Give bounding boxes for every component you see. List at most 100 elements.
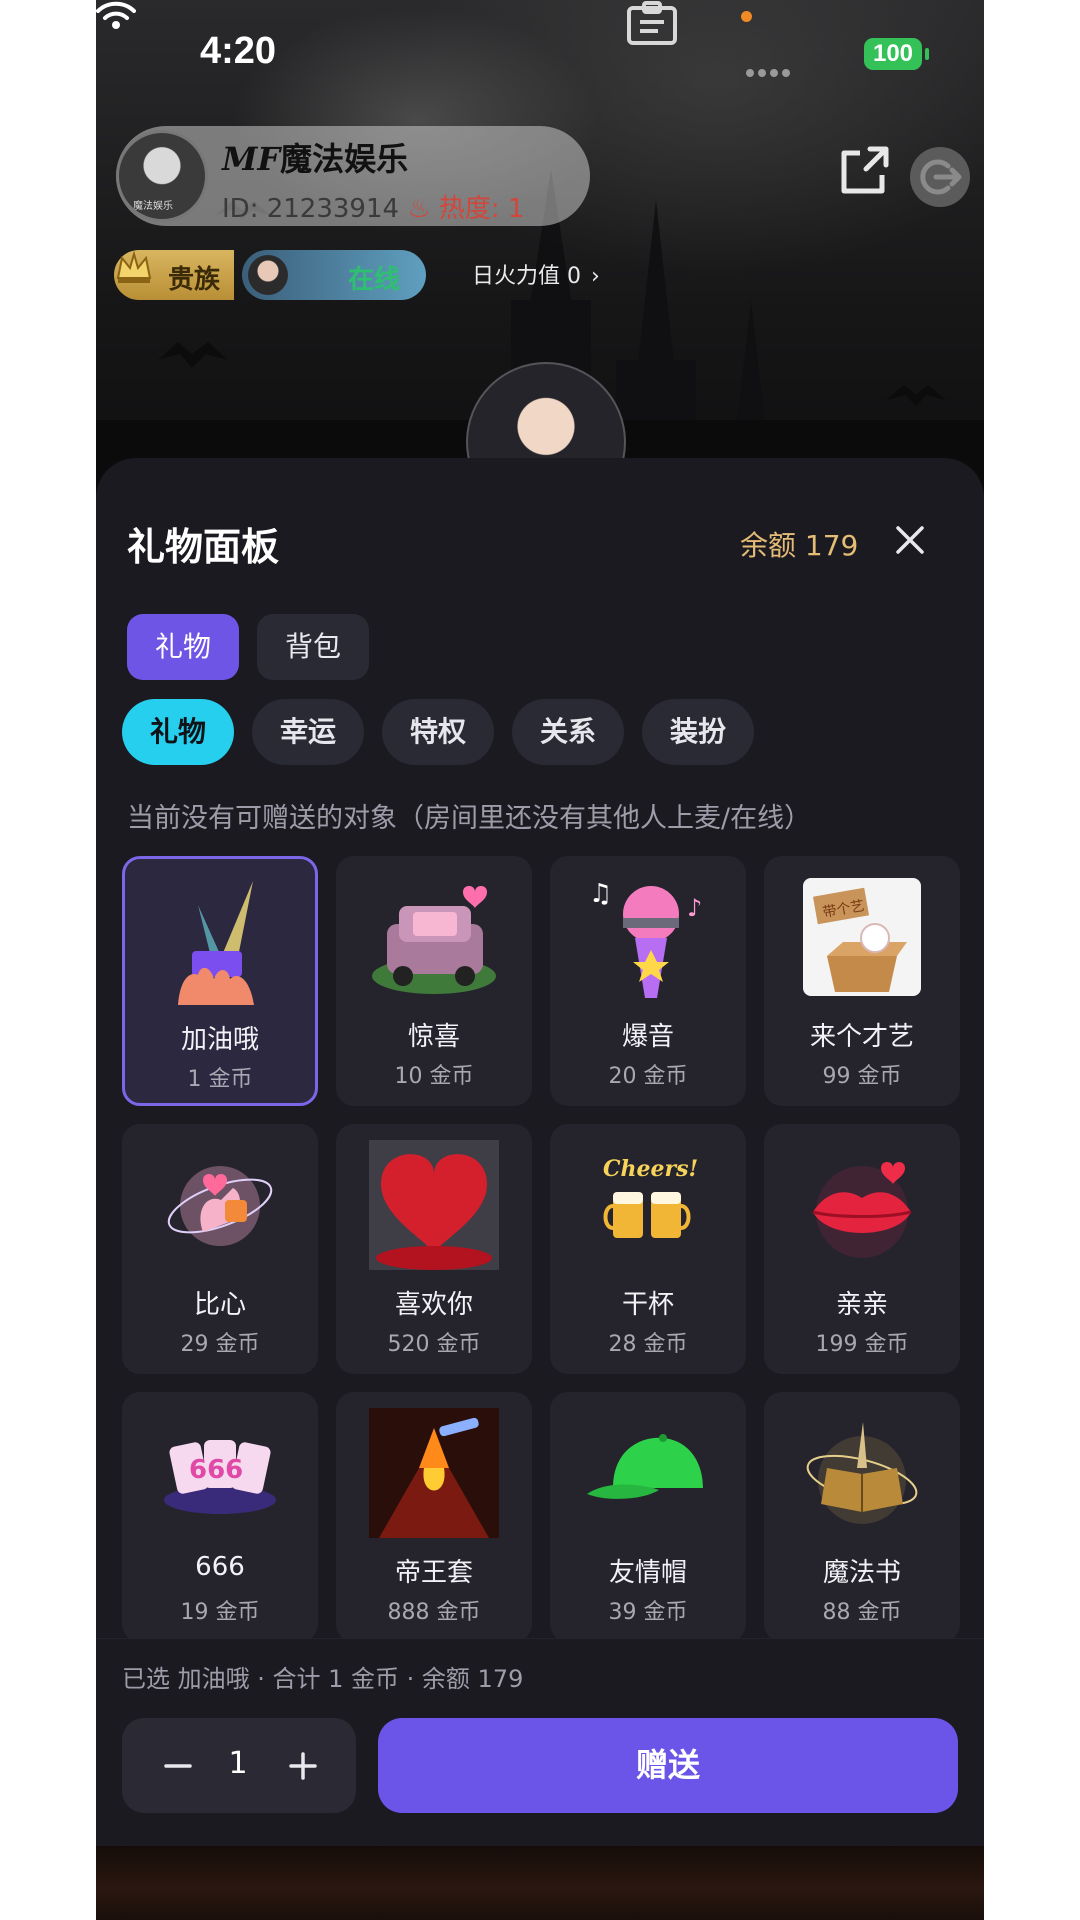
fire-value-text: 日火力值 0 <box>472 264 581 289</box>
quantity-value[interactable]: 1 <box>218 1746 258 1781</box>
gift-name: 比心 <box>193 1290 246 1320</box>
room-name-text: 魔法娱乐 <box>280 140 409 178</box>
phone-screen: 4:20 100 魔法娱乐 MF魔法娱乐 ID: 21233914 ♨ 热度: … <box>96 0 984 1920</box>
room-background: 4:20 100 魔法娱乐 MF魔法娱乐 ID: 21233914 ♨ 热度: … <box>96 0 984 522</box>
gift-name: 惊喜 <box>407 1022 460 1052</box>
gift-price: 99 金币 <box>822 1064 902 1089</box>
heart-icon <box>369 1140 499 1270</box>
gift-price: 39 金币 <box>608 1600 688 1625</box>
send-gift-button[interactable]: 赠送 <box>378 1718 958 1813</box>
magic-book-icon <box>806 1422 918 1524</box>
avatar-tag: 魔法娱乐 <box>133 201 173 212</box>
noble-button[interactable]: 贵族 <box>114 250 234 300</box>
panel-title: 礼物面板 <box>127 525 280 569</box>
category-tab-lucky[interactable]: 幸运 <box>252 699 364 765</box>
gift-name: 喜欢你 <box>394 1290 473 1320</box>
svg-text:♪: ♪ <box>687 894 702 922</box>
gift-name: 友情帽 <box>608 1558 687 1588</box>
daily-fire-value[interactable]: 日火力值 0 › <box>472 258 600 290</box>
room-id: ID: 21233914 <box>222 194 400 224</box>
battery-tip <box>925 48 929 60</box>
gift-card-666[interactable]: 666 666 19 金币 <box>122 1392 318 1638</box>
card-text: 666 <box>189 1455 243 1485</box>
clipboard-icon[interactable] <box>626 0 678 46</box>
selection-summary: 已选 加油哦 · 合计 1 金币 · 余额 179 <box>122 1665 524 1693</box>
balance-label: 余额 179 <box>740 529 859 562</box>
share-icon[interactable] <box>838 143 892 197</box>
exit-room-button[interactable] <box>910 147 970 207</box>
chevron-right-icon: › <box>591 264 600 289</box>
room-avatar[interactable]: 魔法娱乐 <box>116 130 208 222</box>
gift-card-surprise[interactable]: 惊喜 10 金币 <box>336 856 532 1106</box>
cheer-gift-icon <box>178 881 254 1005</box>
volcano-icon <box>369 1408 499 1538</box>
gift-card-blast[interactable]: ♫ ♪ 爆音 20 金币 <box>550 856 746 1106</box>
room-heat-text: 热度: 1 <box>438 194 525 224</box>
category-tab-relationship[interactable]: 关系 <box>512 699 624 765</box>
gift-card-finger-heart[interactable]: 比心 29 金币 <box>122 1124 318 1374</box>
talent-box-icon: 带个艺 <box>803 878 921 996</box>
exit-icon <box>920 159 962 195</box>
close-icon[interactable] <box>892 522 928 558</box>
gift-grid: 加油哦 1 金币 惊喜 10 金币 ♫ ♪ 爆音 20 金币 带个艺 来个才艺 … <box>122 856 962 1638</box>
cheers-text: Cheers! <box>603 1156 698 1182</box>
gift-price: 520 金币 <box>387 1332 481 1357</box>
gift-card-like-you[interactable]: 喜欢你 520 金币 <box>336 1124 532 1374</box>
gift-footer: 已选 加油哦 · 合计 1 金币 · 余额 179 1 赠送 <box>96 1638 984 1846</box>
minus-icon[interactable] <box>160 1748 196 1784</box>
gift-price: 20 金币 <box>608 1064 688 1089</box>
room-heat: ♨ 热度: 1 <box>407 194 524 224</box>
room-id-line: ID: 21233914 ♨ 热度: 1 <box>222 188 524 225</box>
online-user-avatar <box>248 255 288 295</box>
gift-panel: 礼物面板 余额 179 礼物 背包 礼物 幸运 特权 关系 装扮 当前没有可赠送… <box>96 458 984 1846</box>
gift-price: 28 金币 <box>608 1332 688 1357</box>
wifi-icon <box>96 1 136 29</box>
green-cap-icon <box>587 1434 703 1499</box>
category-tab-outfit[interactable]: 装扮 <box>642 699 754 765</box>
gift-name: 魔法书 <box>822 1558 901 1588</box>
cellular-signal-icon <box>746 62 794 81</box>
gift-name: 来个才艺 <box>809 1022 914 1052</box>
gift-price: 10 金币 <box>394 1064 474 1089</box>
gift-price: 19 金币 <box>180 1600 260 1625</box>
microphone-icon: ♫ ♪ <box>589 879 702 998</box>
tab-backpack[interactable]: 背包 <box>257 614 369 680</box>
battery-indicator: 100 <box>864 38 922 70</box>
finger-heart-icon <box>167 1166 273 1246</box>
category-tab-privilege[interactable]: 特权 <box>382 699 494 765</box>
666-cards-icon: 666 <box>164 1440 276 1514</box>
gift-name: 干杯 <box>621 1290 674 1320</box>
gift-card-cheers[interactable]: Cheers! 干杯 28 金币 <box>550 1124 746 1374</box>
gift-card-friendship-cap[interactable]: 友情帽 39 金币 <box>550 1392 746 1638</box>
svg-text:♫: ♫ <box>589 879 612 909</box>
gift-card-cheer[interactable]: 加油哦 1 金币 <box>122 856 318 1106</box>
gift-name: 爆音 <box>621 1022 674 1052</box>
kiss-lips-icon <box>812 1162 912 1258</box>
gift-card-talent[interactable]: 带个艺 来个才艺 99 金币 <box>764 856 960 1106</box>
recording-indicator <box>741 11 752 22</box>
gift-card-emperor[interactable]: 帝王套 888 金币 <box>336 1392 532 1638</box>
surprise-car-icon <box>372 886 496 994</box>
gift-price: 88 金币 <box>822 1600 902 1625</box>
gift-card-magic-book[interactable]: 魔法书 88 金币 <box>764 1392 960 1638</box>
plus-icon[interactable] <box>285 1748 321 1784</box>
category-tab-gifts[interactable]: 礼物 <box>122 699 234 765</box>
no-recipient-notice: 当前没有可赠送的对象（房间里还没有其他人上麦/在线） <box>127 803 812 834</box>
gift-name: 帝王套 <box>394 1558 473 1588</box>
gift-name: 加油哦 <box>180 1025 259 1055</box>
room-background-bottom <box>96 1840 984 1920</box>
gift-price: 199 金币 <box>815 1332 909 1357</box>
gift-price: 29 金币 <box>180 1332 260 1357</box>
room-name-prefix: MF <box>222 140 281 178</box>
gift-card-kiss[interactable]: 亲亲 199 金币 <box>764 1124 960 1374</box>
status-time: 4:20 <box>200 30 277 72</box>
gift-name: 666 <box>195 1552 245 1582</box>
gift-price: 1 金币 <box>187 1067 253 1092</box>
cheers-beer-icon: Cheers! <box>603 1156 698 1238</box>
online-users-button[interactable]: 在线 <box>242 250 426 300</box>
noble-label: 贵族 <box>168 265 221 295</box>
crown-icon <box>116 250 152 283</box>
tab-gifts[interactable]: 礼物 <box>127 614 239 680</box>
gift-name: 亲亲 <box>835 1290 888 1320</box>
quantity-stepper: 1 <box>122 1718 356 1813</box>
